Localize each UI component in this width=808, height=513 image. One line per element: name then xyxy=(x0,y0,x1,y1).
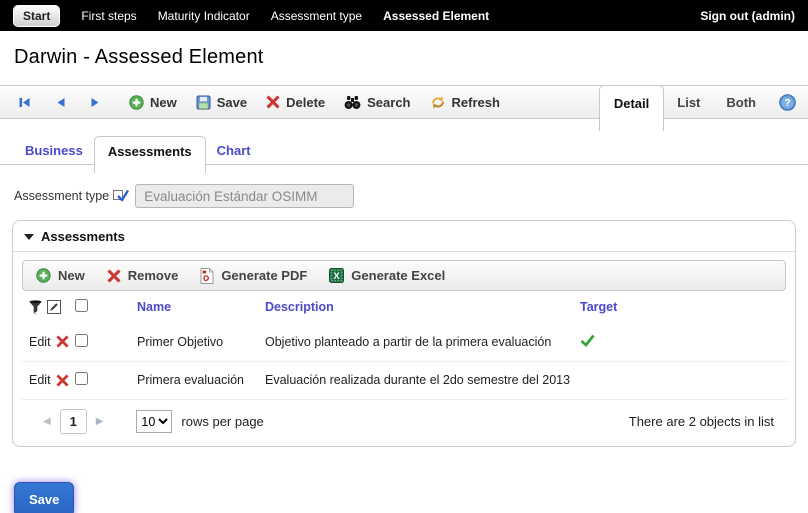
panel-collapse-header[interactable]: Assessments xyxy=(13,221,795,252)
table-row: Edit Primer Objetivo Objetivo planteado … xyxy=(22,323,788,361)
tab-business[interactable]: Business xyxy=(14,136,94,165)
column-header-description[interactable]: Description xyxy=(258,291,573,323)
column-header-name[interactable]: Name xyxy=(130,291,258,323)
rows-per-page-select[interactable]: 10 xyxy=(136,410,173,433)
delete-x-icon xyxy=(266,95,280,109)
nav-item-maturity-indicator[interactable]: Maturity Indicator xyxy=(158,9,250,23)
filter-funnel-icon[interactable] xyxy=(29,299,42,315)
view-mode-tabs: Detail List Both ? xyxy=(598,85,798,131)
assessments-panel: Assessments New Remove Generate PDF X Ge… xyxy=(12,220,796,447)
delete-button-label: Delete xyxy=(286,94,326,110)
edit-mode-icon[interactable] xyxy=(47,300,61,314)
save-floppy-icon xyxy=(196,95,211,110)
row-checkbox[interactable] xyxy=(75,372,88,386)
assessments-table: Name Description Target Edit Primer Obje… xyxy=(22,291,788,399)
pagination-bar: ◀ 1 ▶ 10 rows per page There are 2 objec… xyxy=(22,399,786,444)
name-cell: Primer Objetivo xyxy=(137,334,224,349)
description-cell: Objetivo planteado a partir de la primer… xyxy=(265,334,552,349)
pdf-file-icon xyxy=(200,267,215,284)
search-button-label: Search xyxy=(367,94,411,110)
objects-count-status: There are 2 objects in list xyxy=(628,414,774,429)
panel-toolbar: New Remove Generate PDF X Generate Excel xyxy=(22,260,786,291)
tab-list[interactable]: List xyxy=(664,85,713,110)
sign-out-link[interactable]: Sign out (admin) xyxy=(700,9,795,23)
refresh-button-label: Refresh xyxy=(451,94,500,110)
description-cell: Evaluación realizada durante el 2do seme… xyxy=(265,373,571,388)
assessment-type-label: Assessment type xyxy=(14,189,110,203)
assessment-type-input[interactable] xyxy=(135,184,355,208)
page-title: Darwin - Assessed Element xyxy=(14,46,264,68)
panel-new-button[interactable]: New xyxy=(36,268,85,283)
nav-item-assessed-element[interactable]: Assessed Element xyxy=(383,9,489,23)
tab-both[interactable]: Both xyxy=(713,85,769,110)
footer-save-button[interactable]: Save xyxy=(14,482,75,513)
main-toolbar: New Save Delete Search Refresh Detail Li… xyxy=(0,85,808,131)
row-checkbox[interactable] xyxy=(75,333,88,347)
new-plus-icon xyxy=(36,268,51,283)
table-row: Edit Primera evaluación Evaluación reali… xyxy=(22,361,788,399)
svg-text:?: ? xyxy=(784,98,790,109)
rows-per-page-label: rows per page xyxy=(181,414,264,429)
delete-row-icon[interactable] xyxy=(55,335,69,348)
refresh-arrows-icon xyxy=(430,95,446,110)
panel-remove-button[interactable]: Remove xyxy=(107,268,179,283)
refresh-button[interactable]: Refresh xyxy=(430,95,500,110)
tab-chart[interactable]: Chart xyxy=(206,136,262,165)
generate-pdf-button[interactable]: Generate PDF xyxy=(200,267,308,284)
column-header-target[interactable]: Target xyxy=(573,291,788,323)
save-button-label: Save xyxy=(216,94,248,110)
tab-detail[interactable]: Detail xyxy=(598,85,665,131)
delete-button[interactable]: Delete xyxy=(266,95,325,110)
nav-item-first-steps[interactable]: First steps xyxy=(81,9,136,23)
new-plus-icon xyxy=(129,94,144,110)
panel-remove-label: Remove xyxy=(127,268,179,283)
new-button[interactable]: New xyxy=(129,95,177,110)
generate-pdf-label: Generate PDF xyxy=(221,268,308,283)
excel-file-icon: X xyxy=(329,268,345,283)
record-nav-icons xyxy=(0,96,117,109)
panel-title: Assessments xyxy=(41,229,125,244)
delete-row-icon[interactable] xyxy=(55,374,69,387)
next-record-icon[interactable] xyxy=(90,96,101,109)
start-button[interactable]: Start xyxy=(13,4,61,27)
target-check-icon xyxy=(580,334,595,347)
edit-link[interactable]: Edit xyxy=(29,335,51,349)
generate-excel-label: Generate Excel xyxy=(351,268,446,283)
select-all-checkbox[interactable] xyxy=(75,299,88,312)
help-icon[interactable]: ? xyxy=(769,85,798,116)
save-button[interactable]: Save xyxy=(196,95,247,110)
nav-item-assessment-type[interactable]: Assessment type xyxy=(271,9,362,23)
search-button[interactable]: Search xyxy=(344,94,411,110)
top-nav-bar: Start First steps Maturity Indicator Ass… xyxy=(0,0,808,31)
table-header-row: Name Description Target xyxy=(22,291,788,323)
collapse-arrow-icon xyxy=(24,233,34,240)
lookup-check-icon[interactable] xyxy=(113,189,130,204)
assessment-type-row: Assessment type xyxy=(14,184,808,208)
svg-text:X: X xyxy=(334,271,341,282)
next-page-icon[interactable]: ▶ xyxy=(87,416,113,427)
edit-link[interactable]: Edit xyxy=(29,373,51,387)
new-button-label: New xyxy=(150,94,177,110)
page-number-box[interactable]: 1 xyxy=(59,409,87,434)
previous-page-icon[interactable]: ◀ xyxy=(34,416,60,427)
panel-new-label: New xyxy=(58,268,85,283)
generate-excel-button[interactable]: X Generate Excel xyxy=(329,268,445,283)
tab-assessments[interactable]: Assessments xyxy=(93,136,206,173)
first-record-icon[interactable] xyxy=(18,96,31,109)
search-binoculars-icon xyxy=(344,95,361,110)
remove-x-icon xyxy=(107,268,121,283)
name-cell: Primera evaluación xyxy=(137,373,244,388)
previous-record-icon[interactable] xyxy=(55,96,66,109)
content-tabs: Business Assessments Chart xyxy=(0,136,808,173)
